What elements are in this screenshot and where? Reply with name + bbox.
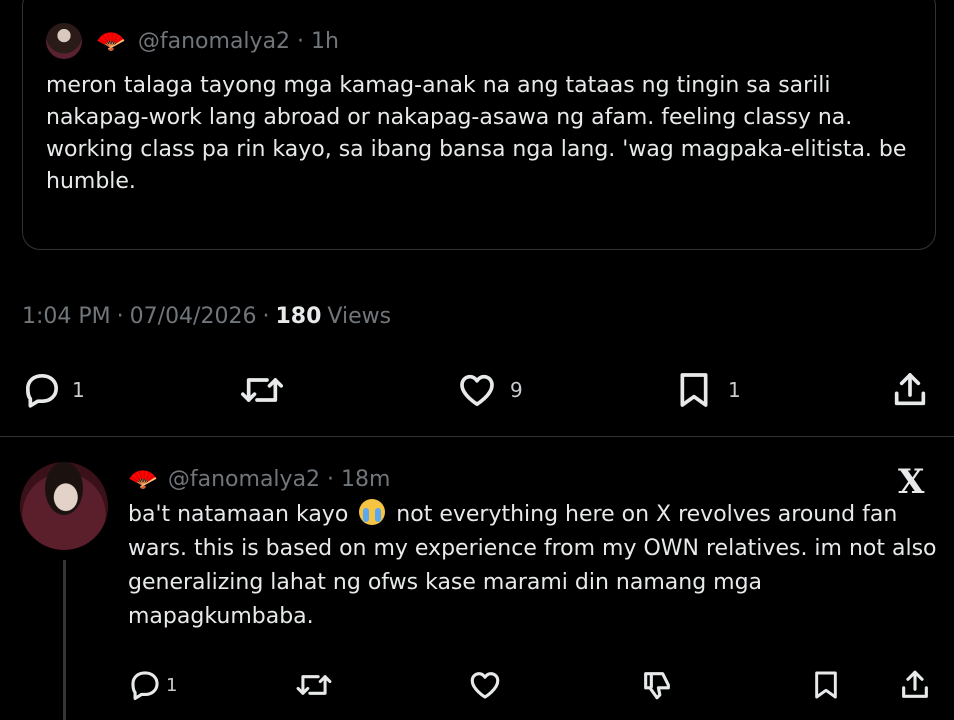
avatar[interactable] [46, 23, 82, 59]
separator: · [116, 304, 124, 329]
quoted-handle[interactable]: @fanomalya2 · 1h [138, 29, 339, 54]
tweet-meta: 1:04 PM · 07/04/2026 · 180 Views [22, 304, 391, 329]
share-icon [902, 670, 928, 698]
views-label: Views [327, 304, 392, 329]
avatar[interactable] [20, 462, 108, 550]
like-button[interactable] [468, 668, 502, 702]
reply-icon [131, 671, 159, 701]
retweet-button[interactable] [240, 370, 284, 410]
retweet-icon [241, 378, 283, 402]
reply-text-part1: ba't natamaan kayo [128, 502, 349, 527]
quoted-tweet-text: meron talaga tayong mga kamag-anak na an… [46, 73, 907, 194]
reply-action-bar: 1 [0, 668, 954, 708]
retweet-icon [296, 675, 332, 695]
divider [0, 436, 954, 437]
handle-text: @fanomalya2 [167, 466, 321, 492]
bookmark-icon [680, 373, 708, 407]
reply-count: 1 [166, 674, 178, 696]
like-count: 9 [510, 378, 523, 402]
quoted-time: 1h [311, 28, 339, 54]
like-icon [470, 672, 500, 699]
reply-button[interactable]: 1 [22, 370, 85, 410]
separator: · [327, 466, 335, 492]
share-icon [894, 373, 926, 406]
dislike-button[interactable] [640, 668, 674, 702]
crying-emoji-icon [359, 499, 386, 525]
handle-text: @fanomalya2 [137, 28, 291, 54]
tweet-time[interactable]: 1:04 PM [22, 304, 111, 329]
quoted-tweet-header: 🪭 @fanomalya2 · 1h [46, 23, 339, 59]
reply-count: 1 [72, 378, 85, 402]
reply-tweet-text: ba't natamaan kayo not everything here o… [128, 498, 938, 634]
reply-handle[interactable]: @fanomalya2 · 18m [168, 467, 391, 492]
bookmark-count: 1 [728, 378, 741, 402]
bookmark-button[interactable]: 1 [674, 370, 741, 410]
views-count: 180 [275, 304, 322, 329]
reply-icon [26, 374, 59, 408]
separator: · [262, 304, 270, 329]
like-button[interactable]: 9 [456, 370, 523, 410]
retweet-button[interactable] [296, 668, 332, 702]
share-button[interactable] [898, 668, 932, 702]
main-action-bar: 1 9 1 [0, 370, 954, 410]
share-button[interactable] [890, 370, 930, 410]
bookmark-icon [815, 671, 837, 699]
bookmark-button[interactable] [810, 668, 842, 702]
tweet-date[interactable]: 07/04/2026 [130, 304, 257, 329]
fan-emoji-icon: 🪭 [96, 27, 126, 55]
reply-button[interactable]: 1 [128, 668, 177, 702]
like-icon [460, 374, 494, 406]
fan-emoji-icon: 🪭 [128, 465, 158, 493]
reply-tweet-header: 🪭 @fanomalya2 · 18m [128, 462, 390, 496]
x-logo-icon: X [898, 462, 925, 502]
separator: · [297, 28, 305, 54]
reply-time: 18m [341, 466, 391, 492]
dislike-icon [644, 672, 670, 700]
